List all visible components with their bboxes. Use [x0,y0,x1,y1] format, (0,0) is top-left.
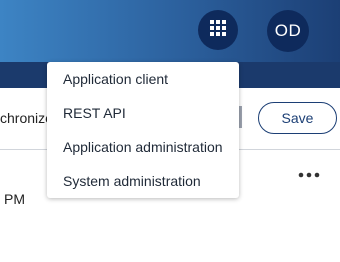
more-options-button[interactable] [294,166,324,182]
save-button[interactable]: Save [258,102,337,134]
menu-item-rest-api[interactable]: REST API [47,98,239,132]
app-switcher-button[interactable] [198,10,238,50]
toolbar-divider [239,106,242,128]
synchronize-label: chronize [0,110,53,126]
grid-icon [209,19,227,42]
menu-item-system-administration[interactable]: System administration [47,166,239,200]
timestamp-text: PM [4,191,25,207]
avatar-initials: OD [274,21,302,40]
ellipsis-horizontal-icon [298,165,320,183]
app-switcher-menu: Application client REST API Application … [47,62,239,198]
menu-item-application-administration[interactable]: Application administration [47,132,239,166]
menu-item-application-client[interactable]: Application client [47,64,239,98]
user-avatar-button[interactable]: OD [267,10,309,52]
